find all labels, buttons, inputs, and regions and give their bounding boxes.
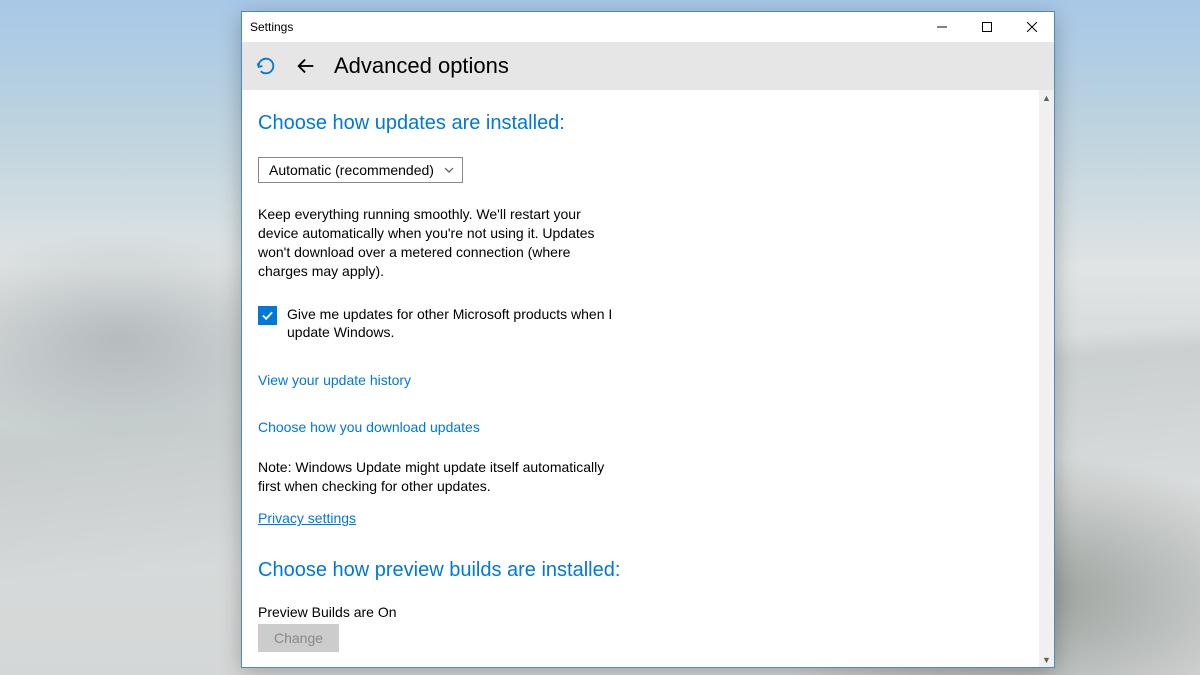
install-mode-dropdown[interactable]: Automatic (recommended) (258, 157, 463, 183)
minimize-icon (937, 22, 947, 32)
change-button[interactable]: Change (258, 624, 339, 652)
vertical-scrollbar[interactable]: ▲ ▼ (1039, 90, 1054, 667)
close-icon (1027, 22, 1037, 32)
refresh-icon (255, 55, 277, 77)
window-controls (919, 13, 1054, 42)
other-products-checkbox-label: Give me updates for other Microsoft prod… (287, 305, 618, 343)
section-preview-heading: Choose how preview builds are installed: (258, 559, 1038, 582)
other-products-checkbox[interactable] (258, 306, 277, 325)
privacy-settings-link[interactable]: Privacy settings (258, 510, 356, 526)
scroll-up-arrow-icon[interactable]: ▲ (1039, 90, 1054, 105)
back-button[interactable] (294, 54, 318, 78)
maximize-button[interactable] (964, 13, 1009, 42)
header-bar: Advanced options (242, 42, 1054, 90)
content-area: Choose how updates are installed: Automa… (242, 90, 1054, 667)
settings-window: Settings Advanced options (241, 11, 1055, 668)
preview-builds-status: Preview Builds are On (258, 604, 1038, 620)
chevron-down-icon (444, 164, 454, 176)
section-updates-heading: Choose how updates are installed: (258, 112, 1038, 135)
self-update-note: Note: Windows Update might update itself… (258, 458, 618, 496)
install-mode-description: Keep everything running smoothly. We'll … (258, 205, 603, 281)
maximize-icon (982, 22, 992, 32)
titlebar: Settings (242, 12, 1054, 42)
back-arrow-icon (295, 55, 317, 77)
scroll-down-arrow-icon[interactable]: ▼ (1039, 652, 1054, 667)
view-update-history-link[interactable]: View your update history (258, 372, 411, 388)
checkmark-icon (261, 309, 274, 322)
refresh-button[interactable] (254, 54, 278, 78)
dropdown-value: Automatic (recommended) (269, 162, 434, 178)
close-button[interactable] (1009, 13, 1054, 42)
minimize-button[interactable] (919, 13, 964, 42)
page-title: Advanced options (334, 53, 509, 79)
choose-download-link[interactable]: Choose how you download updates (258, 419, 480, 435)
window-title: Settings (250, 20, 293, 34)
other-products-checkbox-row[interactable]: Give me updates for other Microsoft prod… (258, 305, 618, 343)
